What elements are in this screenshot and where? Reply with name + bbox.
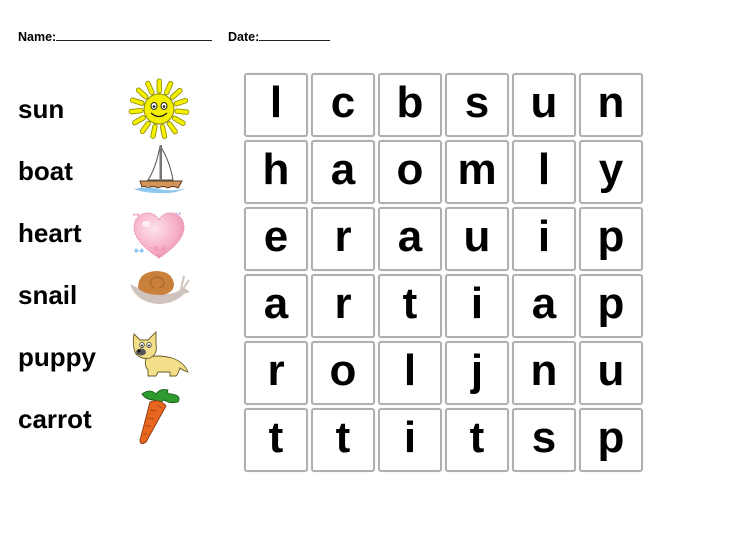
grid-cell[interactable]: a: [512, 274, 576, 338]
word-label: heart: [18, 218, 82, 248]
grid-cell[interactable]: p: [579, 408, 643, 472]
letter-grid: lcbsunhaomlyerauipartiaproljnuttitsp: [244, 73, 643, 472]
word-label: snail: [18, 280, 78, 310]
date-blank-line[interactable]: [259, 29, 331, 41]
grid-cell[interactable]: r: [311, 207, 375, 271]
grid-cell[interactable]: n: [512, 341, 576, 405]
grid-cell[interactable]: r: [244, 341, 308, 405]
word-label: carrot: [18, 404, 92, 434]
grid-cell[interactable]: s: [445, 73, 509, 137]
grid-cell[interactable]: l: [378, 341, 442, 405]
grid-cell[interactable]: u: [445, 207, 509, 271]
grid-cell[interactable]: a: [244, 274, 308, 338]
grid-cell[interactable]: i: [445, 274, 509, 338]
grid-cell[interactable]: l: [244, 73, 308, 137]
sailboat-icon: [134, 145, 186, 194]
name-field[interactable]: Name:: [18, 29, 213, 44]
grid-cell[interactable]: i: [378, 408, 442, 472]
grid-cell[interactable]: m: [445, 140, 509, 204]
grid-cell[interactable]: l: [512, 140, 576, 204]
date-label: Date:: [228, 30, 260, 44]
grid-cell[interactable]: t: [445, 408, 509, 472]
grid-cell[interactable]: t: [244, 408, 308, 472]
grid-cell[interactable]: u: [579, 341, 643, 405]
grid-cell[interactable]: o: [378, 140, 442, 204]
grid-cell[interactable]: p: [579, 207, 643, 271]
sun-icon: [128, 78, 190, 139]
word-label: boat: [18, 156, 73, 186]
grid-cell[interactable]: h: [244, 140, 308, 204]
grid-cell[interactable]: n: [579, 73, 643, 137]
puppy-icon: [132, 330, 189, 377]
date-field[interactable]: Date:: [228, 29, 331, 44]
word-label: sun: [18, 94, 65, 124]
grid-cell[interactable]: r: [311, 274, 375, 338]
grid-cell[interactable]: b: [378, 73, 442, 137]
carrot-icon: [139, 389, 180, 445]
grid-cell[interactable]: p: [579, 274, 643, 338]
grid-cell[interactable]: j: [445, 341, 509, 405]
grid-cell[interactable]: e: [244, 207, 308, 271]
grid-cell[interactable]: i: [512, 207, 576, 271]
word-item: carrot: [18, 389, 218, 466]
grid-cell[interactable]: t: [311, 408, 375, 472]
heart-icon: [133, 212, 185, 259]
grid-cell[interactable]: s: [512, 408, 576, 472]
grid-cell[interactable]: a: [311, 140, 375, 204]
grid-cell[interactable]: u: [512, 73, 576, 137]
grid-cell[interactable]: o: [311, 341, 375, 405]
name-blank-line[interactable]: [56, 29, 213, 41]
snail-icon: [130, 271, 190, 304]
grid-cell[interactable]: c: [311, 73, 375, 137]
grid-cell[interactable]: a: [378, 207, 442, 271]
grid-cell[interactable]: y: [579, 140, 643, 204]
word-label: puppy: [18, 342, 96, 372]
grid-cell[interactable]: t: [378, 274, 442, 338]
name-label: Name:: [18, 30, 57, 44]
